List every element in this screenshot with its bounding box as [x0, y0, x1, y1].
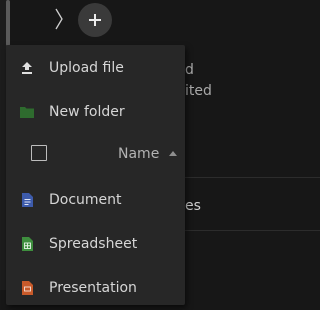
breadcrumb-chevron-icon: [55, 8, 63, 30]
menu-item-new-folder[interactable]: New folder: [6, 90, 185, 134]
row-divider: [185, 230, 320, 231]
document-icon: [20, 192, 34, 208]
new-button[interactable]: [78, 3, 112, 37]
menu-item-label: New folder: [49, 104, 125, 120]
menu-item-label: Spreadsheet: [49, 236, 138, 252]
select-all-checkbox[interactable]: [31, 145, 47, 161]
menu-item-document[interactable]: Document: [6, 178, 185, 222]
menu-item-label: Presentation: [49, 280, 137, 296]
plus-icon: [89, 14, 101, 26]
row-divider: [185, 177, 320, 178]
background-text-files: es: [185, 198, 201, 214]
background-text-edited: ited: [185, 83, 212, 99]
spreadsheet-icon: [20, 236, 34, 252]
menu-item-presentation[interactable]: Presentation: [6, 266, 185, 310]
background-text-modified: d: [185, 62, 194, 78]
folder-icon: [20, 104, 34, 120]
menu-item-spreadsheet[interactable]: Spreadsheet: [6, 222, 185, 266]
new-item-menu: Upload file New folder Document Spreadsh…: [6, 45, 185, 305]
left-panel-scrollbar[interactable]: [6, 0, 10, 46]
menu-item-label: Upload file: [49, 60, 124, 76]
sort-ascending-icon: [169, 151, 177, 156]
name-column-header[interactable]: Name: [118, 146, 159, 162]
menu-item-label: Document: [49, 192, 122, 208]
upload-icon: [20, 60, 34, 76]
menu-item-upload-file[interactable]: Upload file: [6, 46, 185, 90]
presentation-icon: [20, 280, 34, 296]
